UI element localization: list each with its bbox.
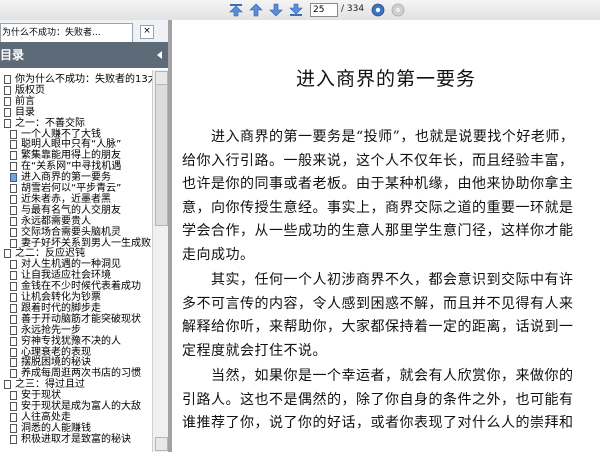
last-page-icon <box>289 3 303 16</box>
page-icon <box>10 205 17 215</box>
text-line: 给你入行引路。一般来说，这个人不仅年长，而且经验丰富， <box>182 152 574 169</box>
next-page-button[interactable] <box>268 2 284 18</box>
page-icon <box>10 347 17 357</box>
paragraph-3: 当然，如果你是一个幸运者，就会有人欣赏你，来做你的 引路人。这也不是偶然的，除了你… <box>182 365 592 436</box>
text-line: 其实，任何一个人初涉商界不久，都会意识到交际中有许 <box>182 272 574 288</box>
page-icon <box>10 303 17 313</box>
collapse-sidebar-icon[interactable] <box>157 51 162 59</box>
paragraph-2: 其实，任何一个人初涉商界不久，都会意识到交际中有许 多不可言传的内容，令人感到困惑… <box>182 269 592 363</box>
text-line: 也许是你的同事或者老板。由于某种机缘，由他来协助你拿主 <box>182 176 574 193</box>
page-icon <box>10 423 17 433</box>
page-icon <box>4 380 11 390</box>
arrow-down-icon <box>269 3 283 17</box>
page-icon <box>10 271 17 281</box>
toc-item-label: 积极进取才是致富的秘诀 <box>21 433 131 445</box>
page-icon <box>4 75 11 84</box>
page-icon <box>10 336 17 346</box>
page-icon <box>10 194 17 204</box>
paragraph-1: 进入商界的第一要务是“投师”，也就是说要找个好老师， 给你入行引路。一般来说，这个… <box>182 126 592 268</box>
text-line: 定程度就会打住不说。 <box>182 342 327 359</box>
scroll-down-arrow[interactable] <box>155 437 168 451</box>
text-line: 进入商界的第一要务是“投师”，也就是说要找个好老师， <box>182 129 575 145</box>
page-icon <box>10 391 17 401</box>
page-icon <box>10 151 17 161</box>
page-icon <box>4 118 11 128</box>
page-icon <box>10 216 17 226</box>
first-page-button[interactable] <box>228 2 244 18</box>
chapter-title: 进入商界的第一要务 <box>295 68 476 90</box>
page-icon <box>10 260 17 270</box>
page-icon <box>10 238 17 248</box>
text-line: 多不可言传的内容，令人感到困惑不解，而且并不见得有人来 <box>182 295 574 312</box>
toc-sidebar: 目录 你为什么不成功：失败者的13大毛版权页前言目录之一：不善交际一个人赚不了大… <box>0 42 168 452</box>
toc-list: 你为什么不成功：失败者的13大毛版权页前言目录之一：不善交际一个人赚不了大钱聪明… <box>0 70 152 452</box>
page-icon <box>10 314 17 324</box>
text-line: 走向成功。 <box>182 246 255 263</box>
text-line: 意，向你传授生意经。事实上，商界交际之道的重要一环就是 <box>182 199 574 216</box>
arrow-up-icon <box>249 3 263 17</box>
page-icon <box>10 184 17 193</box>
page-number-input[interactable] <box>310 3 338 17</box>
document-page: 进入商界的第一要务 进入商界的第一要务是“投师”，也就是说要找个好老师， 给你入行… <box>172 20 600 452</box>
page-icon <box>10 173 17 183</box>
first-page-icon <box>229 4 243 17</box>
page-icon <box>10 293 17 302</box>
toc-title: 目录 <box>0 48 25 62</box>
text-line: 解释给你听，来帮助你，大家都保持着一定的距离，话说到一 <box>182 319 574 336</box>
last-page-button[interactable] <box>288 2 304 18</box>
document-tab[interactable]: 为什么不成功：失败者... <box>0 23 133 42</box>
page-icon <box>4 107 11 117</box>
page-icon <box>4 96 11 106</box>
page-icon <box>4 85 11 95</box>
page-icon <box>10 140 17 150</box>
go-button[interactable] <box>370 2 386 18</box>
toc-scrollbar[interactable] <box>152 70 168 452</box>
page-icon <box>4 249 11 259</box>
scroll-thumb[interactable] <box>155 84 168 226</box>
scroll-up-arrow[interactable] <box>155 71 168 85</box>
page-icon <box>10 162 17 172</box>
page-icon <box>10 227 17 237</box>
document-toolbar: / 334 <box>0 0 600 21</box>
go-circle-icon <box>371 3 385 17</box>
page-icon <box>10 282 17 292</box>
page-icon <box>10 369 17 379</box>
stop-button[interactable] <box>390 2 406 18</box>
document-tab-bar: 为什么不成功：失败者... × <box>0 20 168 43</box>
page-icon <box>10 129 17 139</box>
page-icon <box>10 402 17 411</box>
page-total: / 334 <box>341 4 365 14</box>
page-icon <box>10 434 17 444</box>
page-icon <box>10 412 17 422</box>
text-line: 引路人。这也不是偶然的，除了你自身的条件之外，也可能有 <box>182 391 574 408</box>
text-line: 当然，如果你是一个幸运者，就会有人欣赏你，来做你的 <box>182 368 574 384</box>
previous-page-button[interactable] <box>248 2 264 18</box>
disabled-circle-icon <box>391 3 405 17</box>
page-icon <box>10 358 17 368</box>
tab-close-button[interactable]: × <box>140 25 154 39</box>
toc-header: 目录 <box>0 42 168 68</box>
page-icon <box>10 325 17 335</box>
text-line: 谁推荐了你，说了你的好话，或者你表现了对什么人的崇拜和 <box>182 415 574 432</box>
text-line: 学会合作，从一些成功的生意人那里学生意门径，这样你才能 <box>182 223 574 240</box>
